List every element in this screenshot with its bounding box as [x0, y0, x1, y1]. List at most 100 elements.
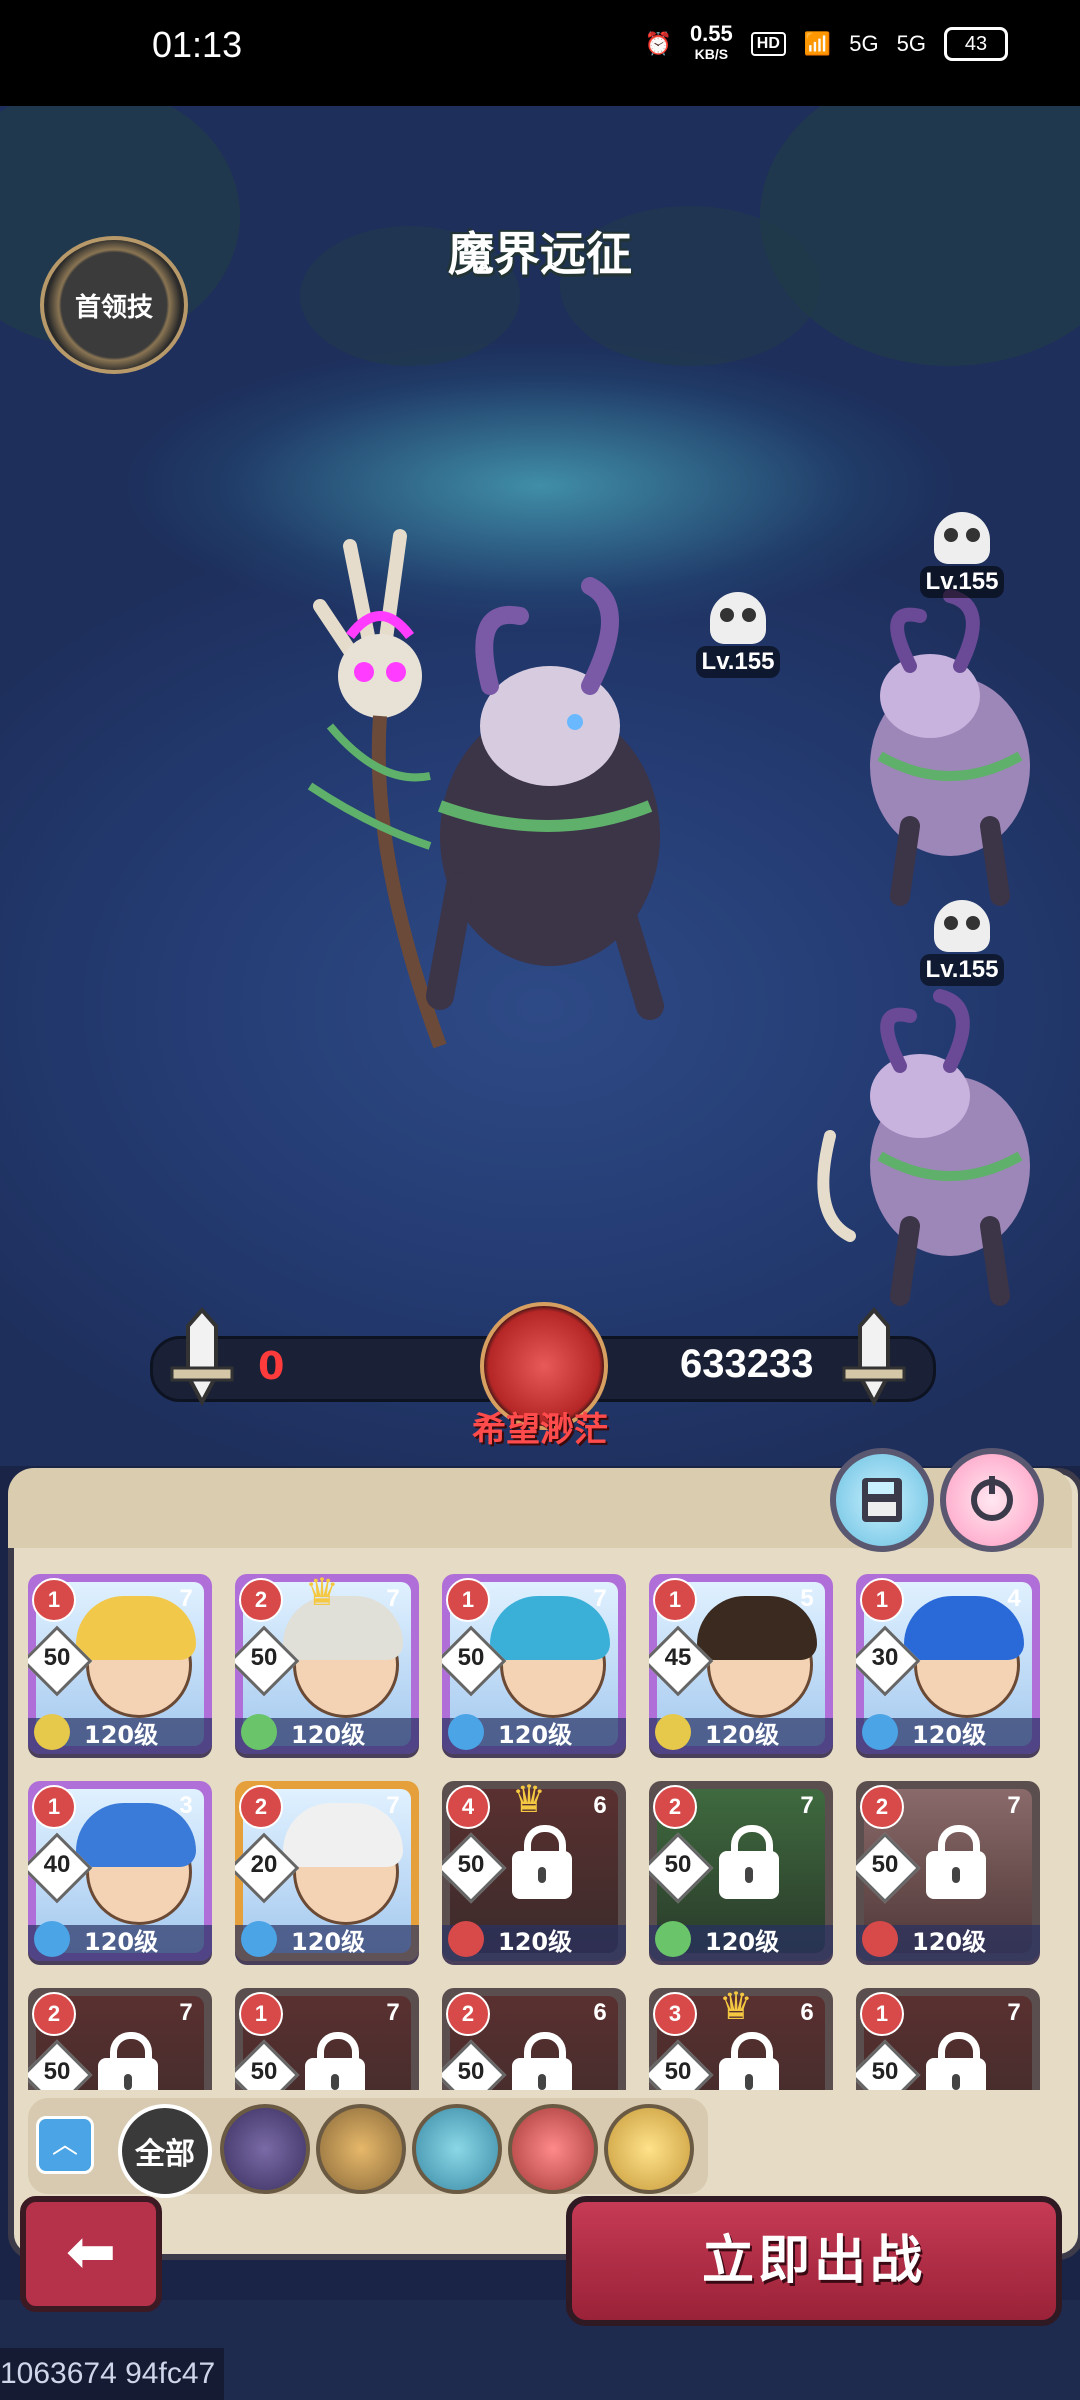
- fire-element-icon: [448, 1921, 484, 1957]
- hero-stars: 7: [179, 1585, 193, 1612]
- hero-card[interactable]: ♛ 2 7 50 120级: [235, 1574, 419, 1754]
- lock-icon: [926, 1825, 986, 1899]
- enemy-level: Lv.155: [919, 954, 1005, 986]
- hero-level: 120级: [498, 1928, 573, 1956]
- hero-level: 120级: [291, 1928, 366, 1956]
- hero-stat: 50: [664, 1851, 692, 1878]
- enemy-creature[interactable]: [820, 586, 1080, 916]
- earth-element-icon: [655, 1714, 691, 1750]
- hero-rank: 2: [239, 1785, 283, 1829]
- hero-rank: 4: [446, 1785, 490, 1829]
- star-icon: 6: [785, 1988, 829, 2034]
- hero-rank: 1: [860, 1992, 904, 2036]
- enemy-level-tag: Lv.155: [902, 512, 1022, 598]
- dark-faction-icon[interactable]: [220, 2104, 310, 2194]
- hero-stat: 20: [250, 1851, 278, 1878]
- refresh-icon: [971, 1476, 1013, 1521]
- hero-level: 120级: [84, 1721, 159, 1749]
- refresh-button[interactable]: [940, 1448, 1044, 1552]
- floppy-disk-icon: [862, 1478, 902, 1522]
- hero-level: 120级: [705, 1928, 780, 1956]
- chevron-up-icon: ︿: [51, 2130, 78, 2160]
- hero-stat: 50: [43, 1644, 71, 1671]
- hero-stars: 7: [386, 1792, 400, 1819]
- hero-card[interactable]: 1 7 50 120级: [28, 1574, 212, 1754]
- star-icon: 6: [578, 1988, 622, 2034]
- hero-card[interactable]: 1750: [856, 1988, 1040, 2090]
- hero-card[interactable]: 2 7 50 120级: [856, 1781, 1040, 1961]
- hero-stat: 40: [43, 1851, 71, 1878]
- hero-stat: 50: [457, 2058, 485, 2085]
- hero-stat: 50: [43, 2058, 71, 2085]
- battle-scene: 魔界远征 首领技 Lv.155 Lv.155 Lv.155: [0, 106, 1080, 1466]
- hero-rank: 1: [860, 1578, 904, 1622]
- hero-card[interactable]: 1 3 40 120级: [28, 1781, 212, 1961]
- enemy-level: Lv.155: [695, 646, 781, 678]
- hero-card[interactable]: 2 7 50: [28, 1988, 212, 2090]
- light-faction-icon[interactable]: [604, 2104, 694, 2194]
- star-icon: 7: [992, 1988, 1036, 2034]
- boss-skill-button[interactable]: 首领技: [40, 236, 188, 374]
- signal-icon: 5G: [896, 31, 926, 56]
- boss-creature[interactable]: [290, 526, 710, 1146]
- hero-stars: 3: [179, 1792, 193, 1819]
- hero-card[interactable]: 1750: [235, 1988, 419, 2090]
- star-icon: 7: [992, 1781, 1036, 1827]
- hero-card[interactable]: ♛ 4 6 50 120级: [442, 1781, 626, 1961]
- hero-card[interactable]: 2 6 50: [442, 1988, 626, 2090]
- hero-level: 120级: [498, 1721, 573, 1749]
- star-icon: 5: [785, 1574, 829, 1620]
- hero-card[interactable]: 2 7 50 120级: [649, 1781, 833, 1961]
- hero-stars: 7: [593, 1585, 607, 1612]
- hero-stars: 7: [179, 1999, 193, 2026]
- deploy-button[interactable]: 立即出战: [566, 2196, 1062, 2326]
- filter-all-label: 全部: [135, 2137, 195, 2172]
- our-sword-icon: [170, 1306, 234, 1407]
- hero-stars: 7: [800, 1792, 814, 1819]
- lock-icon: [512, 2032, 572, 2090]
- collapse-button[interactable]: ︿: [36, 2116, 94, 2174]
- hero-card[interactable]: ♛ 3 6 50: [649, 1988, 833, 2090]
- earth-faction-icon[interactable]: [316, 2104, 406, 2194]
- back-button[interactable]: ⬅: [20, 2196, 162, 2312]
- hero-rank: 1: [239, 1992, 283, 2036]
- build-info: 1063674 94fc47: [0, 2348, 224, 2400]
- water-element-icon: [448, 1714, 484, 1750]
- hero-card[interactable]: 1 4 30 120级: [856, 1574, 1040, 1754]
- star-icon: 3: [164, 1781, 208, 1827]
- enemy-level-tag: Lv.155: [902, 900, 1022, 986]
- water-element-icon: [862, 1714, 898, 1750]
- hero-rank: 1: [32, 1785, 76, 1829]
- filter-all-button[interactable]: 全部: [118, 2104, 212, 2198]
- hero-rank: 2: [860, 1785, 904, 1829]
- star-icon: 7: [371, 1574, 415, 1620]
- hero-card[interactable]: 2 7 20 120级: [235, 1781, 419, 1961]
- signal-icon: 5G: [849, 31, 879, 56]
- hero-stars: 7: [1007, 1792, 1021, 1819]
- enemy-level-tag: Lv.155: [678, 592, 798, 678]
- skull-icon: [934, 900, 990, 952]
- save-lineup-button[interactable]: [830, 1448, 934, 1552]
- enemy-creature[interactable]: [810, 986, 1070, 1316]
- our-power-value: 0: [258, 1344, 285, 1388]
- crown-icon: ♛: [512, 1781, 547, 1821]
- star-icon: 7: [164, 1988, 208, 2034]
- network-speed-value: 0.55: [689, 21, 733, 46]
- wind-faction-icon[interactable]: [412, 2104, 502, 2194]
- hero-card[interactable]: 1 7 50 120级: [442, 1574, 626, 1754]
- star-icon: 7: [785, 1781, 829, 1827]
- hero-card[interactable]: 1 5 45 120级: [649, 1574, 833, 1754]
- star-icon: 7: [578, 1574, 622, 1620]
- star-icon: 7: [371, 1988, 415, 2034]
- hero-level: 120级: [705, 1721, 780, 1749]
- skull-icon: [934, 512, 990, 564]
- boss-skill-label: 首领技: [74, 292, 153, 323]
- fire-faction-icon[interactable]: [508, 2104, 598, 2194]
- hero-rank: 2: [653, 1785, 697, 1829]
- fire-element-icon: [862, 1921, 898, 1957]
- star-icon: 7: [164, 1574, 208, 1620]
- lock-icon: [98, 2032, 158, 2090]
- hero-rank: 1: [653, 1578, 697, 1622]
- lock-icon: [719, 1825, 779, 1899]
- hero-stars: 4: [1007, 1585, 1021, 1612]
